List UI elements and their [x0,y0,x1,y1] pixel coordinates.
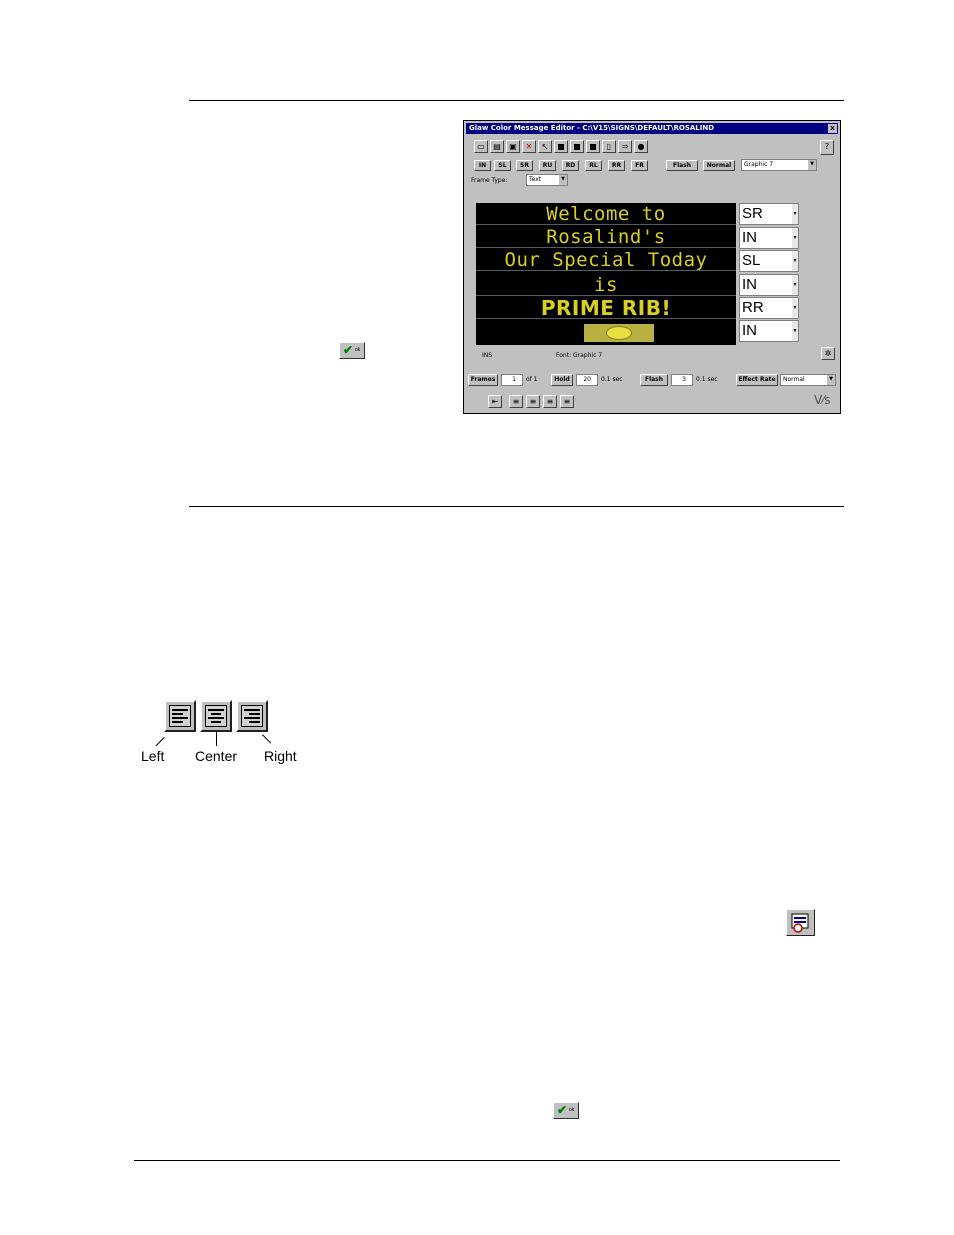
line-effect-1[interactable]: SR ▾ [739,203,799,225]
chevron-down-icon: ▾ [792,251,798,271]
leader-left [155,737,165,747]
effect-button-sr[interactable]: SR [516,160,533,171]
sign-line-5[interactable]: PRIME RIB! [476,297,736,319]
bottom-rule [134,1160,840,1161]
line-effect-4[interactable]: IN ▾ [739,274,799,296]
align-left-button[interactable] [164,700,196,732]
save-icon[interactable]: ▣ [506,140,520,153]
effect-button-rd[interactable]: RD [562,160,579,171]
graphic-image [584,324,654,342]
delete-icon[interactable]: ✕ [522,140,536,153]
ok-button-icon-2: ✔ ok [553,1102,579,1119]
leader-center [216,732,217,746]
message-editor-window: Glaw Color Message Editor - C:\V15\SIGNS… [463,120,841,414]
new-icon[interactable]: ▭ [474,140,488,153]
hold-unit: 0.1 sec [601,376,623,383]
fill-black-icon-3[interactable] [586,140,600,153]
checkmark-icon: ✔ [557,1103,568,1117]
align-justify-icon[interactable]: ≡ [560,395,574,408]
chevron-down-icon: ▼ [559,175,567,185]
settings-icon[interactable]: ✲ [821,347,835,360]
ok-button-icon: ✔ ok [339,342,365,359]
first-frame-icon[interactable]: ⇤ [488,395,502,408]
sign-line-3[interactable]: Our Special Today [476,249,736,271]
align-center-button[interactable] [200,700,232,732]
frames-unit: of 1 [526,376,538,383]
close-button[interactable]: x [828,124,837,133]
open-icon[interactable]: ▤ [490,140,504,153]
effect-button-rl[interactable]: RL [585,160,602,171]
effect-button-ru[interactable]: RU [539,160,556,171]
effect-button-fr[interactable]: FR [631,160,648,171]
normal-button[interactable]: Normal [703,160,735,171]
line-effect-6[interactable]: IN ▾ [739,320,799,342]
leader-right [262,734,272,744]
flash-rate-button[interactable]: Flash [640,374,668,386]
chevron-down-icon: ▾ [792,275,798,295]
flash-button[interactable]: Flash [666,160,698,171]
chevron-down-icon: ▼ [827,375,835,385]
middle-rule [189,506,844,507]
help-button[interactable]: ? [820,140,834,155]
logo-icon: V⁄s [814,393,831,407]
align-center-label: Center [195,748,238,764]
chevron-down-icon: ▾ [792,228,798,248]
effect-rate-button[interactable]: Effect Rate [736,374,778,386]
window-title: Glaw Color Message Editor - C:\V15\SIGNS… [469,124,715,132]
window-title-bar: Glaw Color Message Editor - C:\V15\SIGNS… [466,123,838,134]
flash-rate-spinner[interactable]: 3 [671,374,693,386]
effect-button-sl[interactable]: SL [494,160,511,171]
led-sign-preview[interactable]: Welcome to Rosalind's Our Special Today … [476,203,736,345]
sign-line-4[interactable]: is [476,274,736,296]
chevron-down-icon: ▾ [792,204,798,224]
hold-spinner[interactable]: 20 [576,374,598,386]
chevron-down-icon: ▼ [808,160,816,170]
arrow-icon[interactable]: ⇒ [618,140,632,153]
graphic-select[interactable]: Graphic 7 ▼ [741,159,817,171]
line-effect-2[interactable]: IN ▾ [739,227,799,249]
flash-rate-unit: 0.1 sec [696,376,718,383]
frames-button[interactable]: Frames [468,374,498,386]
line-effect-3[interactable]: SL ▾ [739,250,799,272]
fill-black-icon-2[interactable] [570,140,584,153]
fill-black-icon[interactable] [554,140,568,153]
align-right-label: Right [264,748,297,764]
frame-type-select[interactable]: Text ▼ [526,174,568,186]
line-effect-5[interactable]: RR ▾ [739,297,799,319]
hold-button[interactable]: Hold [551,374,573,386]
frame-type-label: Frame Type: [471,177,508,184]
sign-line-1[interactable]: Welcome to [476,203,736,225]
effect-rate-select[interactable]: Normal ▼ [780,374,836,386]
align-right-button[interactable] [236,700,268,732]
sign-line-6[interactable] [476,321,736,345]
chevron-down-icon: ▾ [792,321,798,341]
dot-icon[interactable]: ● [634,140,648,153]
effect-button-rr[interactable]: RR [608,160,625,171]
effect-button-in[interactable]: IN [474,160,491,171]
chevron-down-icon: ▾ [792,298,798,318]
align-right-icon[interactable]: ≡ [543,395,557,408]
status-font: Font: Graphic 7 [556,352,603,359]
pointer-icon[interactable]: ↖ [538,140,552,153]
status-mode: INS [482,352,493,359]
checkmark-icon: ✔ [343,343,354,357]
align-left-label: Left [141,748,165,764]
sign-graphic-button-icon [786,909,815,936]
align-left-icon[interactable]: ≡ [509,395,523,408]
page-icon[interactable]: ▯ [602,140,616,153]
top-rule [189,100,844,101]
sign-line-2[interactable]: Rosalind's [476,226,736,248]
align-center-icon[interactable]: ≡ [526,395,540,408]
frames-spinner[interactable]: 1 [501,374,523,386]
